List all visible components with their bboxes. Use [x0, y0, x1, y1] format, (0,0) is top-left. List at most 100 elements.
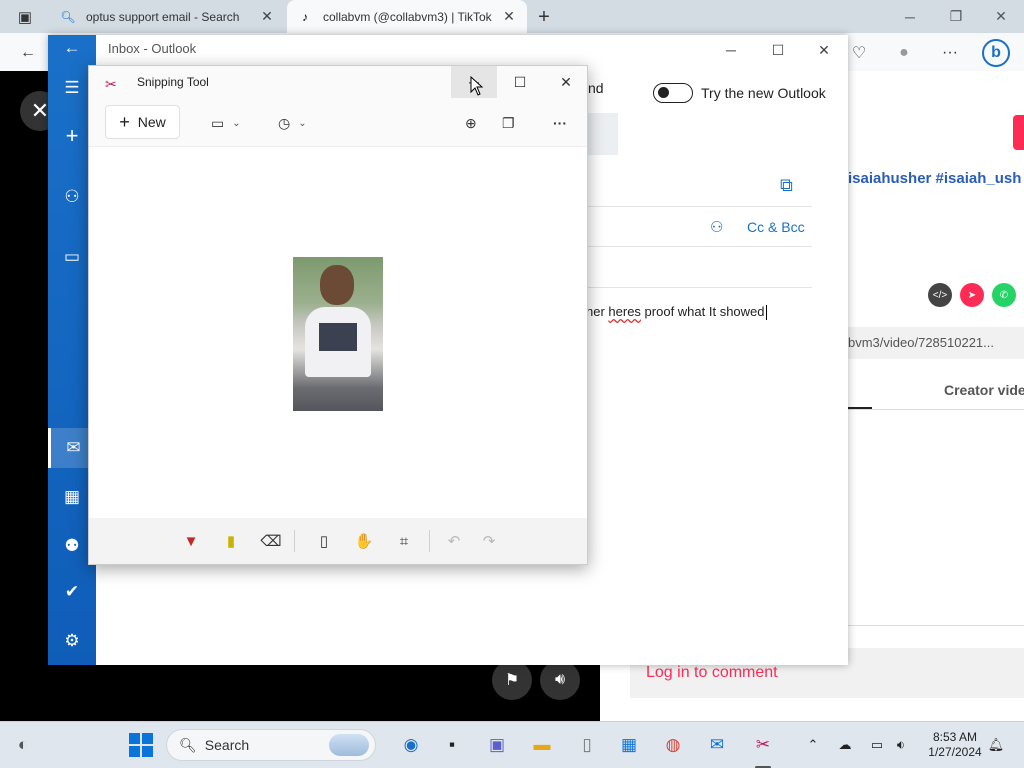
- touch-writing-icon[interactable]: ✋: [353, 530, 375, 552]
- body-text: her: [586, 304, 609, 319]
- window-title: Snipping Tool: [137, 75, 209, 89]
- more-options-icon[interactable]: ···: [936, 39, 964, 67]
- volume-icon[interactable]: 🔊︎: [540, 660, 580, 700]
- body-text: proof what It showed: [640, 304, 765, 319]
- snipping-tool-icon[interactable]: ✂: [748, 730, 778, 760]
- text-fragment: nd: [588, 80, 604, 96]
- notification-bell-icon[interactable]: 🔔︎: [987, 736, 1005, 754]
- plus-icon: +: [119, 111, 130, 132]
- browser-minimize-icon[interactable]: ─: [887, 0, 933, 33]
- new-tab-icon[interactable]: +: [531, 4, 557, 30]
- file-explorer-icon[interactable]: ▬: [527, 730, 557, 760]
- todo-check-icon[interactable]: ✔: [48, 572, 96, 612]
- divider: [588, 206, 812, 207]
- cc-bcc-button[interactable]: Cc & Bcc: [747, 219, 805, 235]
- task-view-icon[interactable]: ▪: [437, 730, 467, 760]
- teams-chat-icon[interactable]: ▣: [482, 730, 512, 760]
- chrome-icon[interactable]: ◍: [658, 730, 688, 760]
- more-options-icon[interactable]: ···: [553, 110, 567, 136]
- eraser-icon[interactable]: ⌫: [260, 530, 282, 552]
- photo-shirt: [305, 307, 371, 377]
- copy-icon[interactable]: ❐: [502, 110, 515, 136]
- notepad-icon[interactable]: ▯: [572, 730, 602, 760]
- popout-icon[interactable]: ⧉: [780, 175, 804, 195]
- outlook-maximize-icon[interactable]: ☐: [755, 35, 801, 65]
- taskbar: ◐ 🔍︎ Search ◉ ▪ ▣ ▬ ▯ ▦ ◍ ✉ ✂ ⌃ ☁ ▭ 🔉︎ 8…: [0, 721, 1024, 768]
- settings-gear-icon[interactable]: ⚙: [48, 621, 96, 661]
- crop-icon[interactable]: ⌗: [393, 530, 415, 552]
- video-flag-icon[interactable]: ⚑: [492, 660, 532, 700]
- system-clock[interactable]: 8:53 AM 1/27/2024: [920, 730, 990, 760]
- whatsapp-icon[interactable]: ✆: [992, 283, 1016, 307]
- close-tab-icon[interactable]: ✕: [259, 8, 275, 25]
- tab-title: collabvm (@collabvm3) | TikTok: [323, 9, 492, 24]
- redo-icon[interactable]: ↷: [478, 530, 500, 552]
- snip-mode-dropdown[interactable]: ▭ ⌄: [211, 110, 241, 136]
- close-tab-icon[interactable]: ✕: [501, 8, 517, 25]
- mail-icon[interactable]: ✉: [702, 730, 732, 760]
- browser-tab-tiktok[interactable]: ♪ collabvm (@collabvm3) | TikTok ✕: [287, 0, 527, 33]
- snip-toolbar: + New ▭ ⌄ ◷ ⌄ ⊕ ❐ ···: [89, 102, 589, 146]
- browser-restore-icon[interactable]: ❐: [933, 0, 979, 33]
- outlook-minimize-icon[interactable]: ─: [708, 35, 754, 65]
- snip-close-icon[interactable]: ✕: [543, 66, 589, 98]
- divider: [588, 246, 812, 247]
- message-body[interactable]: her heres proof what It showed: [586, 304, 767, 321]
- misspelled-word: heres: [608, 304, 641, 319]
- try-new-outlook-toggle[interactable]: [653, 83, 693, 103]
- highlighter-icon[interactable]: ▮: [220, 530, 242, 552]
- back-arrow-icon[interactable]: ←: [14, 39, 42, 67]
- ruler-icon[interactable]: ▯: [313, 530, 335, 552]
- volume-icon[interactable]: 🔉︎: [892, 736, 910, 754]
- embed-code-icon[interactable]: </>: [928, 283, 952, 307]
- onedrive-cloud-icon[interactable]: ☁: [836, 736, 854, 754]
- profile-avatar-icon[interactable]: ●: [890, 39, 918, 67]
- tiktok-favicon-icon: ♪: [302, 9, 308, 24]
- display-icon[interactable]: ▭: [868, 736, 886, 754]
- tab-actions-icon[interactable]: ▣: [12, 4, 38, 30]
- chevron-down-icon: ⌄: [298, 117, 307, 129]
- microsoft-store-icon[interactable]: ▦: [614, 730, 644, 760]
- mouse-cursor-icon: [470, 76, 484, 96]
- undo-icon[interactable]: ↶: [443, 530, 465, 552]
- tiktok-follow-button[interactable]: [1013, 115, 1024, 150]
- markup-toolbar: ▼ ▮ ⌫ ▯ ✋ ⌗ ↶ ↷: [89, 518, 587, 564]
- delay-dropdown[interactable]: ◷ ⌄: [278, 110, 307, 136]
- snipping-tool-logo-icon: ✂: [105, 76, 117, 92]
- new-snip-button[interactable]: + New: [105, 105, 180, 139]
- tiktok-video-url[interactable]: bvm3/video/728510221...: [848, 327, 1024, 359]
- widgets-icon[interactable]: ◐: [8, 730, 38, 760]
- chevron-down-icon: ⌄: [232, 117, 241, 129]
- new-label: New: [137, 114, 166, 130]
- browser-close-icon[interactable]: ✕: [978, 0, 1024, 33]
- command-bar-fragment: [588, 113, 618, 155]
- outlook-close-icon[interactable]: ✕: [801, 35, 847, 65]
- snip-canvas[interactable]: [89, 146, 587, 518]
- divider: [294, 530, 295, 552]
- start-button[interactable]: [129, 733, 153, 757]
- divider: [429, 530, 430, 552]
- send-icon[interactable]: ➤: [960, 283, 984, 307]
- copilot-pre-icon[interactable]: ◉: [396, 730, 426, 760]
- tiktok-hashtags[interactable]: isaiahusher #isaiah_ush: [848, 170, 1024, 187]
- tab-creator-videos[interactable]: Creator vide: [944, 382, 1024, 398]
- clock-icon: ◷: [278, 114, 291, 131]
- divider: [588, 287, 812, 288]
- zoom-icon[interactable]: ⊕: [465, 110, 477, 136]
- divider: [848, 409, 1024, 410]
- health-icon[interactable]: ♡: [845, 39, 873, 67]
- pen-icon[interactable]: ▼: [180, 530, 202, 552]
- captured-photo: [293, 257, 383, 411]
- rectangle-mode-icon: ▭: [211, 114, 225, 131]
- window-title: Inbox - Outlook: [108, 41, 197, 56]
- person-icon[interactable]: ⚇: [710, 218, 723, 236]
- photo-head: [320, 265, 354, 305]
- bing-copilot-icon[interactable]: b: [982, 39, 1010, 67]
- back-arrow-icon[interactable]: ←: [48, 28, 96, 68]
- taskbar-search[interactable]: 🔍︎ Search: [166, 729, 376, 761]
- snip-maximize-icon[interactable]: ☐: [497, 66, 543, 98]
- search-label: Search: [204, 737, 250, 753]
- divider: [848, 625, 1024, 626]
- url-text: bvm3/video/728510221...: [848, 335, 994, 350]
- chevron-up-icon[interactable]: ⌃: [804, 736, 822, 754]
